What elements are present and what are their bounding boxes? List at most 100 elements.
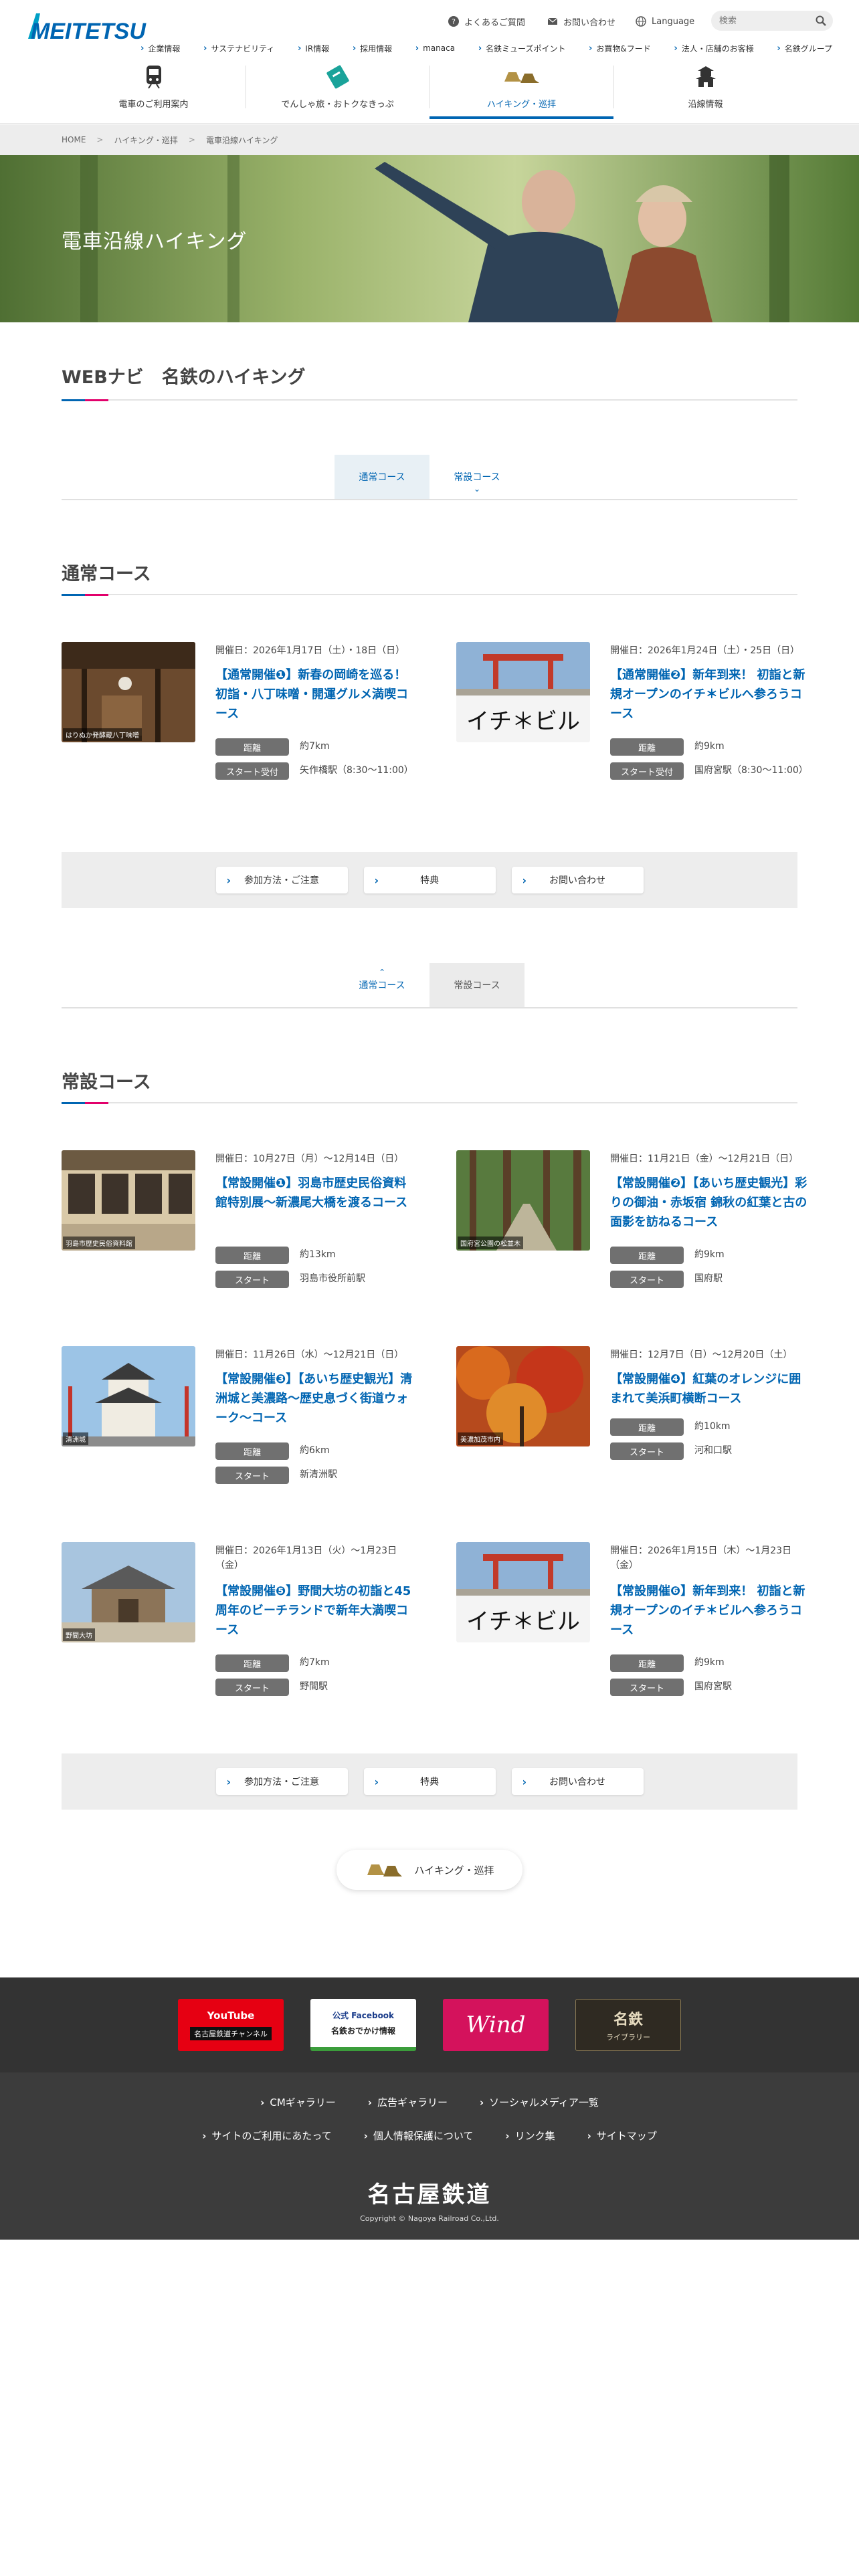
svg-text:?: ?: [452, 17, 456, 26]
permanent-section-title: 常設コース: [62, 1072, 151, 1093]
faq-link[interactable]: ? よくあるご質問: [448, 15, 525, 28]
distance-label: 距離: [215, 1442, 289, 1460]
sub-navigation: 企業情報 サステナビリティ IR情報 採用情報 manaca 名鉄ミューズポイン…: [140, 41, 832, 55]
wind-banner[interactable]: Wind: [443, 1999, 549, 2051]
facebook-banner[interactable]: 公式 Facebook 名鉄おでかけ情報: [310, 1999, 416, 2051]
hero-title: 電車沿線ハイキング: [62, 230, 248, 253]
course-card[interactable]: 清洲城 開催日：11月26日（水）〜12月21日（日） 【常設開催❸】【あいち歴…: [62, 1346, 416, 1507]
hiking-back-button[interactable]: ハイキング・巡拝: [337, 1850, 522, 1890]
language-link[interactable]: Language: [636, 15, 694, 28]
breadcrumb-home[interactable]: HOME: [62, 135, 86, 144]
contact-label: お問い合わせ: [563, 17, 616, 28]
footer-link-sitemap[interactable]: サイトマップ: [587, 2129, 657, 2143]
footer-link-social[interactable]: ソーシャルメディア一覧: [480, 2095, 599, 2109]
course-title: 【常設開催❹】紅葉のオレンジに囲まれて美浜町横断コース: [610, 1372, 801, 1406]
start-label: スタート: [215, 1271, 289, 1288]
subnav-muse-point[interactable]: 名鉄ミューズポイント: [478, 41, 565, 55]
section-underline: [62, 594, 797, 596]
course-date: 開催日：11月21日（金）〜12月21日（日）: [610, 1154, 799, 1164]
copyright: Copyright © Nagoya Railroad Co.,Ltd.: [360, 2214, 499, 2223]
course-title: 【常設開催❷】【あいち歴史観光】彩りの御油・赤坂宿 錦秋の紅葉と古の面影を訪ねる…: [610, 1176, 807, 1229]
subnav-group[interactable]: 名鉄グループ: [777, 41, 832, 55]
footer-link-privacy[interactable]: 個人情報保護について: [364, 2129, 474, 2143]
castle-icon: [686, 64, 726, 90]
course-date: 開催日：10月27日（月）〜12月14日（日）: [215, 1154, 404, 1164]
footer-link-terms[interactable]: サイトのご利用にあたって: [202, 2129, 331, 2143]
contact-link[interactable]: お問い合わせ: [547, 15, 615, 28]
footer-link-cm-gallery[interactable]: CMギャラリー: [260, 2095, 335, 2109]
youtube-banner-sub: 名古屋鉄道チャンネル: [190, 2027, 272, 2040]
inquiry-button[interactable]: お問い合わせ: [511, 1768, 644, 1795]
course-card[interactable]: 国府宮公園の松並木 開催日：11月21日（金）〜12月21日（日） 【常設開催❷…: [456, 1150, 811, 1311]
course-thumbnail: イチ＊ビル: [456, 642, 590, 742]
course-start-row: スタート受付 矢作橋駅（8:30〜11:00）: [215, 762, 416, 780]
footer-brand: 名古屋鉄道: [367, 2181, 492, 2208]
search-input[interactable]: [719, 11, 813, 31]
tab-permanent-course[interactable]: 常設コース: [430, 963, 524, 1007]
course-card[interactable]: イチ＊ビル 開催日：2026年1月24日（土）・25日（日） 【通常開催❷】新年…: [456, 642, 811, 802]
nav-train-guide-label: 電車のご利用案内: [118, 100, 189, 110]
how-to-join-button[interactable]: 参加方法・ご注意: [215, 867, 348, 893]
subnav-business[interactable]: 法人・店舗のお客様: [674, 41, 754, 55]
nav-train-guide[interactable]: 電車のご利用案内: [62, 59, 246, 119]
question-icon: ?: [448, 16, 459, 27]
course-card[interactable]: 野間大坊 開催日：2026年1月13日（火）〜1月23日（金） 【常設開催❺】野…: [62, 1542, 416, 1703]
course-start-row: スタート 河和口駅: [610, 1442, 811, 1460]
how-to-join-button[interactable]: 参加方法・ご注意: [215, 1768, 348, 1795]
subnav-corporate[interactable]: 企業情報: [140, 41, 180, 55]
tab-normal-course[interactable]: ⌄ 通常コース: [335, 963, 430, 1007]
search-icon[interactable]: [816, 15, 826, 26]
faq-label: よくあるご質問: [464, 17, 526, 28]
course-thumbnail: イチ＊ビル: [456, 1542, 590, 1642]
course-card[interactable]: 美濃加茂市内 開催日：12月7日（日）〜12月20日（土） 【常設開催❹】紅葉の…: [456, 1346, 811, 1507]
hiking-boots-icon: [502, 64, 542, 90]
breadcrumb-current: 電車沿線ハイキング: [205, 135, 278, 145]
main-navigation: 電車のご利用案内 でんしゃ旅・おトクなきっぷ ハイキング・巡拝 沿線情報: [62, 59, 797, 119]
nav-area-info-label: 沿線情報: [688, 100, 723, 110]
footer-links: CMギャラリー 広告ギャラリー ソーシャルメディア一覧 サイトのご利用にあたって…: [0, 2072, 859, 2240]
distance-label: 距離: [215, 1654, 289, 1672]
start-label: スタート受付: [215, 762, 289, 780]
library-banner[interactable]: 名鉄 ライブラリー: [575, 1999, 681, 2051]
course-date: 開催日：2026年1月13日（火）〜1月23日（金）: [215, 1545, 397, 1572]
subnav-sustainability[interactable]: サステナビリティ: [203, 41, 274, 55]
nav-area-info[interactable]: 沿線情報: [613, 59, 797, 119]
footer-link-links[interactable]: リンク集: [505, 2129, 555, 2143]
course-card[interactable]: イチ＊ビル 開催日：2026年1月15日（木）〜1月23日（金） 【常設開催❻】…: [456, 1542, 811, 1703]
course-thumbnail: 羽島市歴史民俗資料館: [62, 1150, 195, 1251]
benefits-button[interactable]: 特典: [363, 1768, 496, 1795]
course-distance-row: 距離 約10km: [610, 1418, 811, 1436]
globe-icon: [636, 16, 646, 27]
start-label: スタート: [610, 1679, 684, 1696]
course-start-row: スタート受付 国府宮駅（8:30〜11:00）: [610, 762, 811, 780]
nav-tickets-label: でんしゃ旅・おトクなきっぷ: [281, 100, 394, 110]
tab-permanent-course[interactable]: 常設コース ⌄: [430, 455, 524, 499]
course-title: 【常設開催❻】新年到来！ 初詣と新規オープンのイチ＊ビルへ参ろうコース: [610, 1584, 805, 1637]
distance-label: 距離: [610, 1418, 684, 1436]
course-card[interactable]: はりぬか発酵蔵八丁味噌 開催日：2026年1月17日（土）・18日（日） 【通常…: [62, 642, 416, 802]
inquiry-button[interactable]: お問い合わせ: [511, 867, 644, 893]
nav-tickets[interactable]: でんしゃ旅・おトクなきっぷ: [246, 59, 430, 119]
breadcrumb-hiking[interactable]: ハイキング・巡拝: [114, 134, 177, 146]
subnav-ir[interactable]: IR情報: [298, 41, 329, 55]
footer-link-ad-gallery[interactable]: 広告ギャラリー: [368, 2095, 448, 2109]
subnav-manaca[interactable]: manaca: [415, 41, 455, 55]
footer-links-row: サイトのご利用にあたって 個人情報保護について リンク集 サイトマップ: [0, 2129, 859, 2143]
nav-hiking[interactable]: ハイキング・巡拝: [430, 59, 613, 119]
tab-normal-course[interactable]: 通常コース: [335, 455, 430, 499]
benefits-button[interactable]: 特典: [363, 867, 496, 893]
distance-value: 約9km: [694, 1249, 725, 1260]
start-label: スタート: [610, 1271, 684, 1288]
distance-label: 距離: [610, 1247, 684, 1264]
meitetsu-logo[interactable]: MEITETSU: [27, 8, 147, 48]
hiking-boots-icon: [365, 1859, 405, 1881]
subnav-recruit[interactable]: 採用情報: [353, 41, 392, 55]
distance-label: 距離: [610, 738, 684, 756]
youtube-banner[interactable]: YouTube 名古屋鉄道チャンネル: [178, 1999, 284, 2051]
course-thumbnail: 美濃加茂市内: [456, 1346, 590, 1446]
course-thumbnail: 野間大坊: [62, 1542, 195, 1642]
subnav-shopping[interactable]: お買物&フード: [589, 41, 650, 55]
course-card[interactable]: 羽島市歴史民俗資料館 開催日：10月27日（月）〜12月14日（日） 【常設開催…: [62, 1150, 416, 1311]
course-title: 【常設開催❶】羽島市歴史民俗資料館特別展〜新濃尾大橋を渡るコース: [215, 1176, 408, 1210]
course-title: 【常設開催❸】【あいち歴史観光】清洲城と美濃路〜歴史息づく街道ウォーク〜コース: [215, 1372, 413, 1425]
